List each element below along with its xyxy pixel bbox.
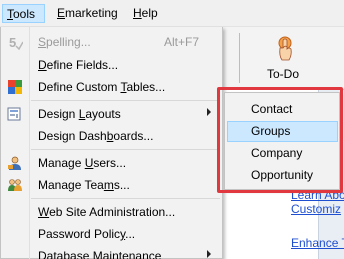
app-window: To-Do Learn Abo Customiz Enhance T Tools… [0,0,344,259]
menu-item-define-custom-tables[interactable]: Define Custom Tables... [1,76,222,98]
svg-text:5: 5 [9,35,16,50]
menu-item-web-site-administration[interactable]: Web Site Administration... [1,201,222,223]
menu-item-label: Manage Teams... [38,178,130,192]
submenu-item-company[interactable]: Company [225,143,339,164]
submenu-arrow-icon [207,250,211,258]
todo-hand-icon [276,36,294,65]
menu-item-password-policy[interactable]: Password Policy... [1,223,222,245]
menu-item-label: Spelling... [38,35,91,49]
users-icon [7,155,23,171]
submenu-arrow-icon [207,108,211,116]
menu-item-label: Define Custom Tables... [38,80,166,94]
submenu-item-label: Contact [251,102,293,116]
menu-separator [31,100,220,101]
menu-item-label: Design Dashboards... [38,129,154,143]
menu-item-manage-users[interactable]: Manage Users... [1,152,222,174]
todo-label: To-Do [266,67,299,81]
custom-tables-icon [7,79,23,95]
submenu-item-label: Company [251,146,303,160]
menu-item-manage-teams[interactable]: Manage Teams... [1,174,222,196]
spelling-icon: 5 [7,34,24,51]
submenu-item-label: Groups [251,124,291,138]
menu-item-label: Define Fields... [38,58,119,72]
menu-item-label: Database Maintenance [38,249,162,259]
submenu-item-contact[interactable]: Contact [225,99,339,120]
menu-item-design-layouts[interactable]: Design Layouts [1,103,222,125]
menu-separator [31,149,220,150]
submenu-item-opportunity[interactable]: Opportunity [225,165,339,186]
menu-item-label: Web Site Administration... [38,205,176,219]
menu-item-spelling[interactable]: 5 Spelling... Alt+F7 [1,31,222,53]
welcome-links: Learn Abo Customiz Enhance T [291,188,344,250]
menu-help-label: elp [141,6,158,20]
menu-item-label: Password Policy... [38,227,136,241]
design-layouts-submenu: Contact Groups Company Opportunity [224,92,340,190]
menu-bar: Tools Emarketing Help [0,0,344,27]
menu-separator [31,198,220,199]
learn-about-link[interactable]: Learn Abo [291,188,344,202]
submenu-item-groups[interactable]: Groups [227,121,338,142]
menu-item-database-maintenance[interactable]: Database Maintenance [1,245,222,259]
design-layouts-icon [7,106,23,122]
enhance-link[interactable]: Enhance T [291,236,344,250]
menu-emarketing[interactable]: Emarketing [52,4,123,23]
teams-icon [7,177,23,193]
menu-help-accel: H [133,6,142,20]
menu-item-design-dashboards[interactable]: Design Dashboards... [1,125,222,147]
customize-link[interactable]: Customiz [291,202,344,216]
menu-item-define-fields[interactable]: Define Fields... [1,54,222,76]
menu-help[interactable]: Help [128,4,163,23]
menu-item-label: Manage Users... [38,156,127,170]
todo-button[interactable]: To-Do [240,33,326,85]
menu-item-shortcut: Alt+F7 [164,35,200,49]
menu-item-label: Design Layouts [38,107,121,121]
submenu-item-label: Opportunity [251,168,314,182]
menu-emarketing-label: marketing [65,6,118,20]
menu-emarketing-accel: E [57,6,66,20]
menu-tools[interactable]: Tools [2,4,45,23]
menu-tools-label: ools [13,7,36,21]
tools-menu: 5 Spelling... Alt+F7 Define Fields... De… [0,27,223,259]
